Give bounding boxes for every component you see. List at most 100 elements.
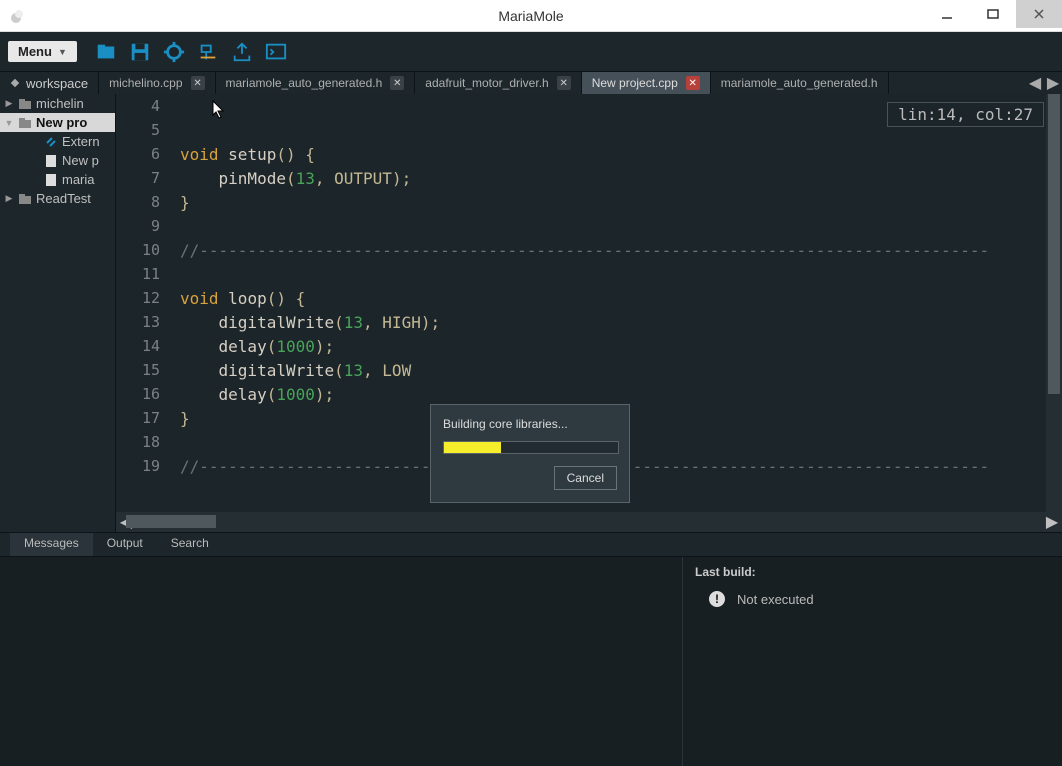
code-line[interactable]: delay(1000); (180, 334, 1062, 358)
build-progress-dialog: Building core libraries... Cancel (430, 404, 630, 503)
code-line[interactable] (180, 262, 1062, 286)
tab-row: workspace michelino.cpp✕mariamole_auto_g… (0, 72, 1062, 94)
maximize-button[interactable] (970, 0, 1016, 28)
menu-label: Menu (18, 44, 52, 59)
build-icon[interactable] (197, 41, 219, 63)
code-line[interactable] (180, 214, 1062, 238)
code-line[interactable]: delay(1000); (180, 382, 1062, 406)
close-tab-icon[interactable]: ✕ (557, 76, 571, 90)
tree-item[interactable]: New p (0, 151, 115, 170)
upload-icon[interactable] (231, 41, 253, 63)
file-tab-label: mariamole_auto_generated.h (226, 76, 383, 90)
folder-icon (18, 97, 32, 111)
tabs-scroll-left[interactable]: ◀ (1026, 73, 1044, 93)
bottom-tab-messages[interactable]: Messages (10, 533, 93, 556)
chevron-down-icon: ▼ (4, 118, 14, 128)
tree-item-label: Extern (62, 134, 100, 149)
line-number: 8 (116, 190, 168, 214)
file-icon (44, 154, 58, 168)
window-title: MariaMole (498, 8, 563, 24)
link-icon (44, 135, 58, 149)
line-number: 12 (116, 286, 168, 310)
workspace-tab[interactable]: workspace (0, 72, 99, 94)
tree-item-label: maria (62, 172, 95, 187)
toolbar: Menu ▼ (0, 32, 1062, 72)
diamond-icon (10, 78, 20, 88)
line-number: 10 (116, 238, 168, 262)
minimize-button[interactable] (924, 0, 970, 28)
line-number: 7 (116, 166, 168, 190)
chevron-down-icon: ▼ (58, 47, 67, 57)
mouse-cursor (212, 100, 226, 120)
tree-item[interactable]: ▼ New pro (0, 113, 115, 132)
bottom-tab-search[interactable]: Search (157, 533, 223, 556)
cancel-button[interactable]: Cancel (554, 466, 617, 490)
line-number: 6 (116, 142, 168, 166)
tabs-scroll-right[interactable]: ▶ (1044, 73, 1062, 93)
tree-item-label: New p (62, 153, 99, 168)
close-button[interactable] (1016, 0, 1062, 28)
terminal-icon[interactable] (265, 41, 287, 63)
close-tab-icon[interactable]: ✕ (191, 76, 205, 90)
line-number: 5 (116, 118, 168, 142)
messages-panel (0, 557, 682, 766)
file-tab[interactable]: adafruit_motor_driver.h✕ (415, 72, 581, 94)
file-tab[interactable]: New project.cpp ✕ (582, 72, 711, 94)
horizontal-scrollbar[interactable]: ◀ ▶ (116, 512, 1062, 532)
close-tab-icon[interactable]: ✕ (686, 76, 700, 90)
last-build-status: Not executed (737, 592, 814, 607)
code-line[interactable]: digitalWrite(13, HIGH); (180, 310, 1062, 334)
dialog-message: Building core libraries... (443, 417, 617, 431)
app-icon (8, 8, 24, 24)
code-line[interactable]: void loop() { (180, 286, 1062, 310)
chevron-right-icon: ▶ (4, 98, 14, 109)
bottom-tab-output[interactable]: Output (93, 533, 157, 556)
line-number: 18 (116, 430, 168, 454)
folder-icon (18, 116, 32, 130)
line-number: 17 (116, 406, 168, 430)
code-line[interactable] (180, 94, 1062, 118)
code-line[interactable] (180, 118, 1062, 142)
gear-icon[interactable] (163, 41, 185, 63)
bottom-panel: Last build: ! Not executed (0, 556, 1062, 766)
folder-icon (18, 192, 32, 206)
menu-button[interactable]: Menu ▼ (8, 41, 77, 62)
tree-item[interactable]: maria (0, 170, 115, 189)
file-tab-label: mariamole_auto_generated.h (721, 76, 878, 90)
code-line[interactable]: void setup() { (180, 142, 1062, 166)
bottom-tabs: MessagesOutputSearch (0, 532, 1062, 556)
vertical-scrollbar[interactable] (1046, 94, 1062, 512)
file-tab-label: New project.cpp (592, 76, 678, 90)
file-tab[interactable]: mariamole_auto_generated.h (711, 72, 889, 94)
scroll-right-icon[interactable]: ▶ (1042, 512, 1062, 532)
tree-item-label: New pro (36, 115, 87, 130)
tree-item[interactable]: ▶ ReadTest (0, 189, 115, 208)
tree-item-label: michelin (36, 96, 84, 111)
file-tab[interactable]: michelino.cpp ✕ (99, 72, 215, 94)
line-number: 13 (116, 310, 168, 334)
close-tab-icon[interactable]: ✕ (390, 76, 404, 90)
code-line[interactable]: digitalWrite(13, LOW (180, 358, 1062, 382)
sidebar: ▶ michelin ▼ New pro Extern New p maria ▶ Rea… (0, 94, 116, 532)
save-icon[interactable] (129, 41, 151, 63)
code-line[interactable]: pinMode(13, OUTPUT); (180, 166, 1062, 190)
tree-item[interactable]: ▶ michelin (0, 94, 115, 113)
folder-icon[interactable] (95, 41, 117, 63)
tree-item[interactable]: Extern (0, 132, 115, 151)
line-number: 11 (116, 262, 168, 286)
code-line[interactable]: //--------------------------------------… (180, 238, 1062, 262)
file-tab-label: michelino.cpp (109, 76, 182, 90)
code-line[interactable]: } (180, 190, 1062, 214)
line-number: 4 (116, 94, 168, 118)
line-number: 9 (116, 214, 168, 238)
line-number: 14 (116, 334, 168, 358)
chevron-right-icon: ▶ (4, 193, 14, 204)
progress-bar (443, 441, 619, 454)
build-status-panel: Last build: ! Not executed (682, 557, 1062, 766)
info-icon: ! (709, 591, 725, 607)
titlebar: MariaMole (0, 0, 1062, 32)
file-tab[interactable]: mariamole_auto_generated.h ✕ (216, 72, 416, 94)
last-build-header: Last build: (695, 565, 1050, 579)
file-icon (44, 173, 58, 187)
tree-item-label: ReadTest (36, 191, 91, 206)
